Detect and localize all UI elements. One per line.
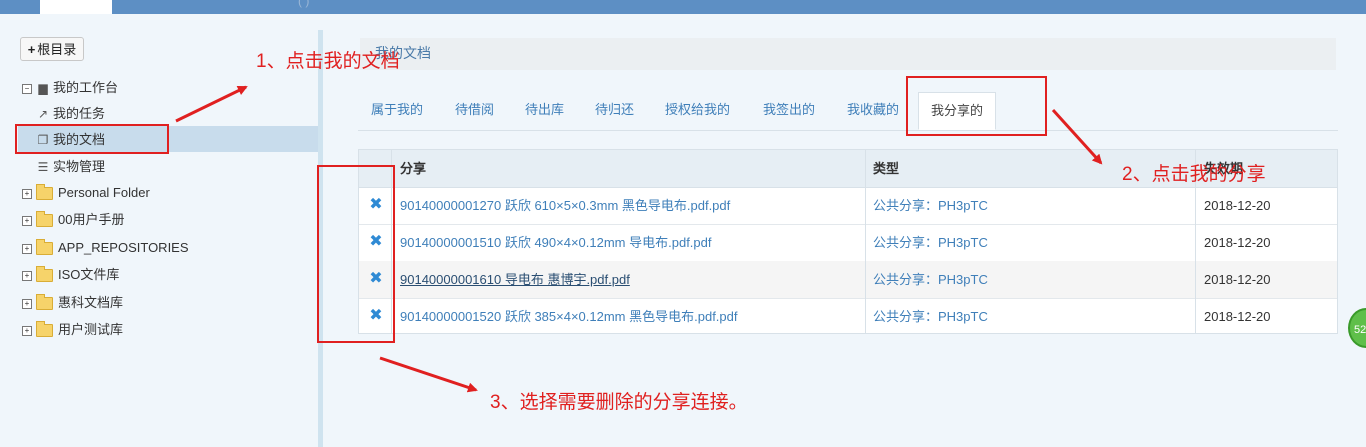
- share-file-link[interactable]: 90140000001510 跃欣 490×4×0.12mm 导电布.pdf.p…: [400, 224, 712, 261]
- share-type-link[interactable]: 公共分享：PH3pTC: [873, 187, 988, 224]
- expand-icon[interactable]: +: [22, 298, 32, 309]
- sidebar-item-label: 实物管理: [53, 159, 106, 174]
- folder-label: 惠科文档库: [58, 295, 124, 310]
- expand-icon[interactable]: +: [22, 243, 32, 254]
- tab-authorized-to-me[interactable]: 授权给我的: [665, 92, 730, 128]
- annotation-step-1: 1、点击我的文档: [256, 51, 400, 72]
- header-active-tab[interactable]: [40, 0, 112, 14]
- column-header-type[interactable]: 类型: [873, 150, 899, 187]
- table-row: ✖ 90140000001520 跃欣 385×4×0.12mm 黑色导电布.p…: [359, 298, 1337, 335]
- folder-label: 用户测试库: [58, 322, 124, 337]
- folder-app-repositories[interactable]: + APP_REPOSITORIES: [22, 237, 189, 259]
- tab-pending-return[interactable]: 待归还: [595, 92, 634, 128]
- tab-my-checkouts[interactable]: 我签出的: [763, 92, 815, 128]
- floating-badge[interactable]: 52: [1348, 308, 1366, 348]
- share-type-link[interactable]: 公共分享：PH3pTC: [873, 261, 988, 298]
- annotation-step-3: 3、选择需要删除的分享连接。: [490, 392, 748, 413]
- folder-icon: [36, 294, 53, 311]
- folder-label: Personal Folder: [58, 185, 150, 200]
- column-divider: [865, 150, 866, 333]
- annotation-box-my-documents: [15, 124, 169, 154]
- expiry-date: 2018-12-20: [1204, 272, 1271, 287]
- root-directory-button[interactable]: + 根目录: [20, 37, 84, 61]
- annotation-step-2: 2、点击我的分享: [1122, 164, 1266, 185]
- tab-my-favorites[interactable]: 我收藏的: [847, 92, 899, 128]
- collapse-icon[interactable]: −: [22, 83, 32, 94]
- folder-icon: [36, 321, 53, 338]
- share-file-link[interactable]: 90140000001270 跃欣 610×5×0.3mm 黑色导电布.pdf.…: [400, 187, 730, 224]
- tab-pending-borrow[interactable]: 待借阅: [455, 92, 494, 128]
- folder-user-manual[interactable]: +00用户手册: [22, 209, 124, 231]
- header-faint-text: ( ): [298, 0, 310, 8]
- column-header-share[interactable]: 分享: [400, 150, 426, 187]
- tab-pending-checkout[interactable]: 待出库: [525, 92, 564, 128]
- share-type-link[interactable]: 公共分享：PH3pTC: [873, 224, 988, 261]
- arrow-to-step-3: [379, 356, 478, 393]
- external-link-icon: ↗: [37, 107, 49, 121]
- breadcrumb: 我的文档: [360, 38, 1336, 70]
- expand-icon[interactable]: +: [22, 325, 32, 336]
- tab-owned[interactable]: 属于我的: [371, 92, 423, 128]
- table-row: ✖ 90140000001610 导电布 惠博宇.pdf.pdf 公共分享：PH…: [359, 261, 1337, 299]
- share-type-link[interactable]: 公共分享：PH3pTC: [873, 298, 988, 335]
- tab-bar: 属于我的 待借阅 待出库 待归还 授权给我的 我签出的 我收藏的 我分享的: [358, 92, 1338, 131]
- table-row: ✖ 90140000001510 跃欣 490×4×0.12mm 导电布.pdf…: [359, 224, 1337, 262]
- folder-iso[interactable]: + ISO文件库: [22, 264, 119, 286]
- top-header-bar: ( ): [0, 0, 1366, 14]
- annotation-box-my-shares-tab: [906, 76, 1047, 136]
- table-row: ✖ 90140000001270 跃欣 610×5×0.3mm 黑色导电布.pd…: [359, 187, 1337, 225]
- share-file-link[interactable]: 90140000001610 导电布 惠博宇.pdf.pdf: [400, 261, 630, 298]
- sidebar-item-label: 我的工作台: [53, 80, 119, 95]
- list-icon: ☰: [37, 160, 49, 174]
- plus-icon: +: [27, 42, 36, 57]
- folder-icon: [36, 266, 53, 283]
- folder-huike[interactable]: + 惠科文档库: [22, 292, 123, 314]
- sidebar-item-my-tasks[interactable]: ↗ 我的任务: [36, 103, 105, 125]
- folder-user-test[interactable]: + 用户测试库: [22, 319, 123, 341]
- folder-label: APP_REPOSITORIES: [58, 240, 189, 255]
- folder-personal[interactable]: + Personal Folder: [22, 182, 150, 204]
- folder-icon: [36, 211, 53, 228]
- briefcase-icon: ▆: [38, 81, 48, 95]
- expiry-date: 2018-12-20: [1204, 235, 1271, 250]
- folder-label: ISO文件库: [58, 267, 120, 282]
- folder-icon: [36, 184, 53, 201]
- expand-icon[interactable]: +: [22, 188, 32, 199]
- sidebar-item-asset-management[interactable]: ☰ 实物管理: [36, 156, 105, 178]
- expiry-date: 2018-12-20: [1204, 198, 1271, 213]
- sidebar-item-label: 我的任务: [53, 106, 106, 121]
- expiry-date: 2018-12-20: [1204, 309, 1271, 324]
- share-file-link[interactable]: 90140000001520 跃欣 385×4×0.12mm 黑色导电布.pdf…: [400, 298, 738, 335]
- folder-icon: [36, 239, 53, 256]
- expand-icon[interactable]: +: [22, 215, 32, 226]
- expand-icon[interactable]: +: [22, 270, 32, 281]
- folder-label: 00用户手册: [58, 212, 125, 227]
- sidebar-item-workbench[interactable]: − ▆ 我的工作台: [22, 77, 118, 99]
- root-button-label: 根目录: [37, 42, 77, 57]
- annotation-box-delete-column: [317, 165, 395, 343]
